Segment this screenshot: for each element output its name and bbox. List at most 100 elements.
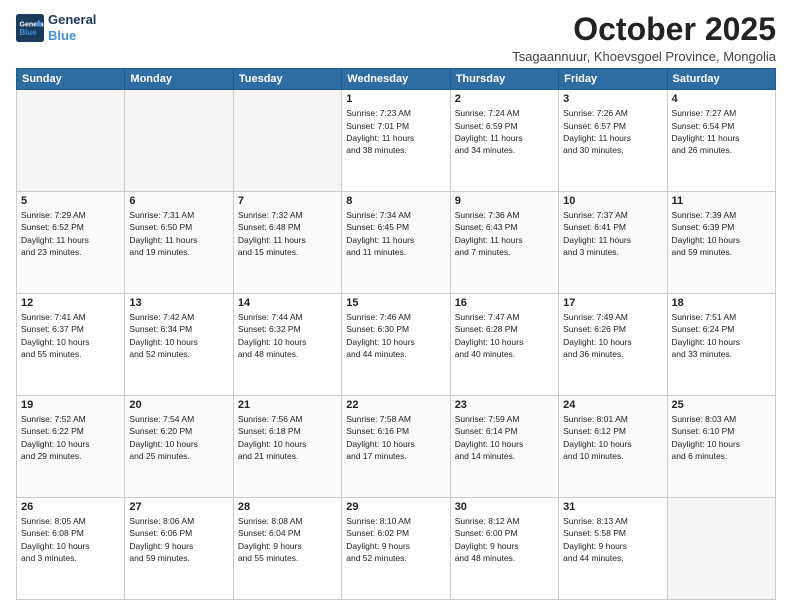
day-number: 17 <box>563 297 662 309</box>
day-number: 2 <box>455 93 554 105</box>
calendar-cell: 17 Sunrise: 7:49 AM Sunset: 6:26 PM Dayli… <box>559 294 667 396</box>
weekday-header-sunday: Sunday <box>17 69 125 90</box>
calendar-cell <box>233 90 341 192</box>
day-info: Sunrise: 7:52 AM Sunset: 6:22 PM Dayligh… <box>21 413 120 462</box>
day-info: Sunrise: 7:51 AM Sunset: 6:24 PM Dayligh… <box>672 311 771 360</box>
calendar-cell: 15Sunrise: 7:46 AM Sunset: 6:30 PM Dayli… <box>342 294 450 396</box>
calendar-cell: 18 Sunrise: 7:51 AM Sunset: 6:24 PM Dayli… <box>667 294 775 396</box>
day-number: 25 <box>672 399 771 411</box>
day-number: 10 <box>563 195 662 207</box>
day-number: 1 <box>346 93 445 105</box>
day-number: 20 <box>129 399 228 411</box>
day-number: 18 <box>672 297 771 309</box>
week-row-1: 5 Sunrise: 7:29 AM Sunset: 6:52 PM Daylig… <box>17 192 776 294</box>
day-info: Sunrise: 8:08 AM Sunset: 6:04 PM Dayligh… <box>238 515 337 564</box>
day-number: 30 <box>455 501 554 513</box>
day-info: Sunrise: 7:42 AM Sunset: 6:34 PM Dayligh… <box>129 311 228 360</box>
day-info: Sunrise: 7:58 AM Sunset: 6:16 PM Dayligh… <box>346 413 445 462</box>
day-number: 31 <box>563 501 662 513</box>
day-info: Sunrise: 7:23 AM Sunset: 7:01 PM Dayligh… <box>346 107 445 156</box>
calendar-cell: 24 Sunrise: 8:01 AM Sunset: 6:12 PM Dayli… <box>559 396 667 498</box>
calendar-cell: 1 Sunrise: 7:23 AM Sunset: 7:01 PM Daylig… <box>342 90 450 192</box>
day-number: 19 <box>21 399 120 411</box>
page: General Blue General Blue October 2025 T… <box>0 0 792 612</box>
day-info: Sunrise: 7:54 AM Sunset: 6:20 PM Dayligh… <box>129 413 228 462</box>
calendar-cell: 28 Sunrise: 8:08 AM Sunset: 6:04 PM Dayli… <box>233 498 341 600</box>
calendar-cell: 13Sunrise: 7:42 AM Sunset: 6:34 PM Dayli… <box>125 294 233 396</box>
day-info: Sunrise: 7:29 AM Sunset: 6:52 PM Dayligh… <box>21 209 120 258</box>
day-info: Sunrise: 7:46 AM Sunset: 6:30 PM Dayligh… <box>346 311 445 360</box>
weekday-header-monday: Monday <box>125 69 233 90</box>
calendar-cell: 31 Sunrise: 8:13 AM Sunset: 5:58 PM Dayli… <box>559 498 667 600</box>
day-number: 21 <box>238 399 337 411</box>
calendar-cell: 25 Sunrise: 8:03 AM Sunset: 6:10 PM Dayli… <box>667 396 775 498</box>
day-info: Sunrise: 7:39 AM Sunset: 6:39 PM Dayligh… <box>672 209 771 258</box>
day-info: Sunrise: 7:56 AM Sunset: 6:18 PM Dayligh… <box>238 413 337 462</box>
day-info: Sunrise: 8:03 AM Sunset: 6:10 PM Dayligh… <box>672 413 771 462</box>
week-row-0: 1 Sunrise: 7:23 AM Sunset: 7:01 PM Daylig… <box>17 90 776 192</box>
location: Tsagaannuur, Khoevsgoel Province, Mongol… <box>512 49 776 64</box>
day-info: Sunrise: 8:06 AM Sunset: 6:06 PM Dayligh… <box>129 515 228 564</box>
calendar-cell: 21 Sunrise: 7:56 AM Sunset: 6:18 PM Dayli… <box>233 396 341 498</box>
calendar-cell <box>17 90 125 192</box>
calendar-cell: 9 Sunrise: 7:36 AM Sunset: 6:43 PM Daylig… <box>450 192 558 294</box>
week-row-2: 12 Sunrise: 7:41 AM Sunset: 6:37 PM Dayli… <box>17 294 776 396</box>
day-number: 24 <box>563 399 662 411</box>
day-info: Sunrise: 7:27 AM Sunset: 6:54 PM Dayligh… <box>672 107 771 156</box>
day-info: Sunrise: 7:47 AM Sunset: 6:28 PM Dayligh… <box>455 311 554 360</box>
calendar-cell: 2 Sunrise: 7:24 AM Sunset: 6:59 PM Daylig… <box>450 90 558 192</box>
day-number: 29 <box>346 501 445 513</box>
calendar-cell <box>125 90 233 192</box>
weekday-header-wednesday: Wednesday <box>342 69 450 90</box>
day-info: Sunrise: 7:41 AM Sunset: 6:37 PM Dayligh… <box>21 311 120 360</box>
day-info: Sunrise: 8:12 AM Sunset: 6:00 PM Dayligh… <box>455 515 554 564</box>
day-number: 4 <box>672 93 771 105</box>
calendar-cell <box>667 498 775 600</box>
day-number: 22 <box>346 399 445 411</box>
calendar-cell: 26 Sunrise: 8:05 AM Sunset: 6:08 PM Dayli… <box>17 498 125 600</box>
day-info: Sunrise: 7:24 AM Sunset: 6:59 PM Dayligh… <box>455 107 554 156</box>
day-number: 8 <box>346 195 445 207</box>
day-info: Sunrise: 7:36 AM Sunset: 6:43 PM Dayligh… <box>455 209 554 258</box>
day-info: Sunrise: 8:01 AM Sunset: 6:12 PM Dayligh… <box>563 413 662 462</box>
calendar-cell: 4 Sunrise: 7:27 AM Sunset: 6:54 PM Daylig… <box>667 90 775 192</box>
day-number: 28 <box>238 501 337 513</box>
logo: General Blue General Blue <box>16 12 96 43</box>
calendar-cell: 16 Sunrise: 7:47 AM Sunset: 6:28 PM Dayli… <box>450 294 558 396</box>
day-number: 14 <box>238 297 337 309</box>
day-number: 16 <box>455 297 554 309</box>
logo-text: General Blue <box>48 12 96 43</box>
day-number: 5 <box>21 195 120 207</box>
svg-text:Blue: Blue <box>20 28 38 37</box>
calendar-cell: 10 Sunrise: 7:37 AM Sunset: 6:41 PM Dayli… <box>559 192 667 294</box>
day-number: 7 <box>238 195 337 207</box>
calendar-table: SundayMondayTuesdayWednesdayThursdayFrid… <box>16 68 776 600</box>
weekday-header-thursday: Thursday <box>450 69 558 90</box>
calendar-cell: 6Sunrise: 7:31 AM Sunset: 6:50 PM Daylig… <box>125 192 233 294</box>
title-block: October 2025 Tsagaannuur, Khoevsgoel Pro… <box>512 12 776 64</box>
calendar-cell: 12 Sunrise: 7:41 AM Sunset: 6:37 PM Dayli… <box>17 294 125 396</box>
day-number: 6 <box>129 195 228 207</box>
week-row-3: 19 Sunrise: 7:52 AM Sunset: 6:22 PM Dayli… <box>17 396 776 498</box>
day-number: 9 <box>455 195 554 207</box>
day-number: 27 <box>129 501 228 513</box>
day-info: Sunrise: 8:13 AM Sunset: 5:58 PM Dayligh… <box>563 515 662 564</box>
calendar-cell: 5 Sunrise: 7:29 AM Sunset: 6:52 PM Daylig… <box>17 192 125 294</box>
calendar-cell: 27 Sunrise: 8:06 AM Sunset: 6:06 PM Dayli… <box>125 498 233 600</box>
calendar-cell: 14Sunrise: 7:44 AM Sunset: 6:32 PM Dayli… <box>233 294 341 396</box>
day-info: Sunrise: 7:49 AM Sunset: 6:26 PM Dayligh… <box>563 311 662 360</box>
day-info: Sunrise: 7:34 AM Sunset: 6:45 PM Dayligh… <box>346 209 445 258</box>
weekday-header-saturday: Saturday <box>667 69 775 90</box>
calendar-cell: 22 Sunrise: 7:58 AM Sunset: 6:16 PM Dayli… <box>342 396 450 498</box>
weekday-header-tuesday: Tuesday <box>233 69 341 90</box>
day-number: 26 <box>21 501 120 513</box>
day-number: 3 <box>563 93 662 105</box>
day-info: Sunrise: 8:05 AM Sunset: 6:08 PM Dayligh… <box>21 515 120 564</box>
day-number: 12 <box>21 297 120 309</box>
month-title: October 2025 <box>512 12 776 47</box>
day-info: Sunrise: 7:26 AM Sunset: 6:57 PM Dayligh… <box>563 107 662 156</box>
logo-icon: General Blue <box>16 14 44 42</box>
calendar-cell: 29Sunrise: 8:10 AM Sunset: 6:02 PM Dayli… <box>342 498 450 600</box>
calendar-cell: 23Sunrise: 7:59 AM Sunset: 6:14 PM Dayli… <box>450 396 558 498</box>
day-info: Sunrise: 7:37 AM Sunset: 6:41 PM Dayligh… <box>563 209 662 258</box>
